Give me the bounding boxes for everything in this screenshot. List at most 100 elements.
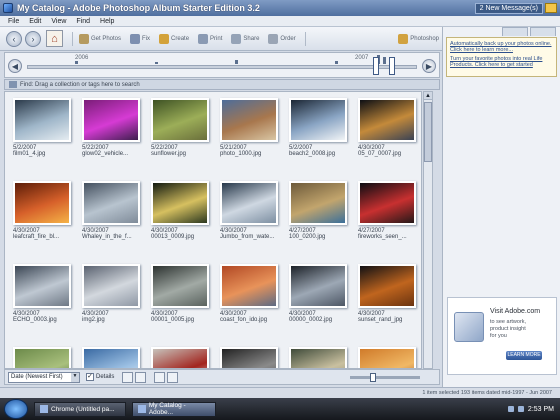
photo-thumbnail[interactable]: 4/30/2007 00013_0009.jpg: [145, 181, 217, 240]
scroll-up-button[interactable]: ▲: [424, 92, 432, 100]
photo-thumbnail[interactable]: 5/2/2007 film01_4.jpg: [7, 98, 79, 157]
photo-image[interactable]: [151, 98, 209, 142]
photo-image[interactable]: [151, 181, 209, 225]
photo-image[interactable]: [358, 181, 416, 225]
share-button[interactable]: Share: [228, 31, 262, 47]
home-button[interactable]: ⌂: [46, 30, 63, 47]
photo-thumbnail[interactable]: 4/30/2007 coast_fon_ido.jpg: [214, 264, 286, 323]
timeline-left-button[interactable]: ◀: [8, 59, 22, 73]
photo-image[interactable]: [220, 347, 278, 368]
timeline[interactable]: ◀ 2006 2007 ▶: [4, 52, 440, 78]
photo-image[interactable]: [289, 347, 347, 368]
details-checkbox[interactable]: ✓: [86, 373, 94, 381]
back-button[interactable]: ‹: [6, 30, 22, 47]
photo-thumbnail[interactable]: 4/30/2007 00000_0002.jpg: [283, 264, 355, 323]
pane-tab[interactable]: [530, 27, 556, 36]
tray-icon[interactable]: [517, 406, 524, 412]
photo-image[interactable]: [220, 181, 278, 225]
taskbar-item-my-catalog[interactable]: My Catalog - Adobe...: [132, 401, 216, 417]
app-icon: [3, 3, 13, 13]
photo-image[interactable]: [358, 347, 416, 368]
photo-image[interactable]: [13, 98, 71, 142]
learn-more-button[interactable]: LEARN MORE: [506, 351, 542, 360]
start-button[interactable]: [4, 399, 28, 419]
forward-button[interactable]: ›: [25, 30, 41, 47]
thumbnail-size-slider[interactable]: [350, 373, 420, 382]
order-button[interactable]: Order: [265, 31, 298, 47]
find-bar-text: Find: Drag a collection or tags here to …: [20, 81, 140, 88]
find-bar[interactable]: Find: Drag a collection or tags here to …: [4, 79, 440, 90]
photo-image[interactable]: [358, 98, 416, 142]
message-envelope-icon[interactable]: [545, 3, 557, 13]
adobe-ad-panel[interactable]: Visit Adobe.com to see artwork, product …: [447, 297, 557, 375]
scrollbar-thumb[interactable]: [424, 102, 432, 162]
photo-thumbnail[interactable]: 4/27/2007 fireworks_seen_...: [352, 181, 421, 240]
menu-find[interactable]: Find: [76, 18, 90, 25]
photo-image[interactable]: [13, 347, 71, 368]
find-icon: [9, 81, 17, 88]
sort-order-select[interactable]: Date (Newest First) ▼: [8, 371, 80, 383]
photoshop-button[interactable]: Photoshop: [395, 31, 442, 47]
photo-thumbnail[interactable]: [145, 347, 217, 368]
photo-thumbnail[interactable]: 4/27/2007 100_0200.jpg: [283, 181, 355, 240]
rotate-right-icon[interactable]: [135, 371, 147, 383]
slideshow-icon[interactable]: [167, 371, 179, 383]
photo-thumbnail[interactable]: 4/30/2007 ECHO_0003.jpg: [7, 264, 79, 323]
rotate-left-icon[interactable]: [122, 371, 134, 383]
photo-image[interactable]: [220, 264, 278, 308]
message-link-products[interactable]: Turn your favorite photos into real Life…: [450, 56, 553, 68]
photo-thumbnail[interactable]: 4/30/2007 Whaley_in_the_f...: [76, 181, 148, 240]
photo-thumbnail[interactable]: [214, 347, 286, 368]
menu-view[interactable]: View: [51, 18, 66, 25]
ad-text-line2: product insight: [490, 326, 526, 332]
photo-grid-scrollbar[interactable]: ▲: [423, 91, 433, 369]
single-photo-view-icon[interactable]: [154, 371, 166, 383]
timeline-right-button[interactable]: ▶: [422, 59, 436, 73]
photo-thumbnail[interactable]: [76, 347, 148, 368]
photo-thumbnail[interactable]: 4/30/2007 sunset_rand_jpg: [352, 264, 421, 323]
photo-thumbnail[interactable]: 5/22/2007 sunflower.jpg: [145, 98, 217, 157]
get-photos-button[interactable]: Get Photos: [76, 31, 124, 47]
pane-tab[interactable]: [502, 27, 528, 36]
thumbnail-size-slider-handle[interactable]: [370, 373, 376, 382]
photo-filename: glow02_vehicle...: [82, 151, 129, 157]
photo-thumbnail[interactable]: 4/30/2007 leafcraft_fire_bl...: [7, 181, 79, 240]
photo-thumbnail[interactable]: [7, 347, 79, 368]
photo-image[interactable]: [82, 98, 140, 142]
message-link-backup[interactable]: Automatically back up your photos online…: [450, 41, 553, 53]
photo-thumbnail[interactable]: 4/30/2007 00001_0005.jpg: [145, 264, 217, 323]
photo-thumbnail[interactable]: 4/30/2007 img2.jpg: [76, 264, 148, 323]
fix-button[interactable]: Fix: [127, 31, 153, 47]
photo-image[interactable]: [82, 347, 140, 368]
new-messages-indicator[interactable]: 2 New Message(s): [474, 2, 543, 14]
photo-thumbnail[interactable]: 5/22/2007 glow02_vehicle...: [76, 98, 148, 157]
photo-thumbnail[interactable]: [283, 347, 355, 368]
menu-help[interactable]: Help: [100, 18, 114, 25]
photo-image[interactable]: [358, 264, 416, 308]
taskbar-item-label: My Catalog - Adobe...: [148, 402, 186, 416]
photo-image[interactable]: [13, 181, 71, 225]
photo-image[interactable]: [151, 264, 209, 308]
timeline-slider-handle[interactable]: [373, 57, 379, 75]
photo-image[interactable]: [82, 181, 140, 225]
photo-image[interactable]: [82, 264, 140, 308]
timeline-slider-handle[interactable]: [389, 57, 395, 75]
photo-image[interactable]: [151, 347, 209, 368]
menu-edit[interactable]: Edit: [29, 18, 41, 25]
create-button[interactable]: Create: [156, 31, 192, 47]
menu-file[interactable]: File: [8, 18, 19, 25]
photo-thumbnail[interactable]: 4/30/2007 05_07_0007.jpg: [352, 98, 421, 157]
photo-image[interactable]: [289, 264, 347, 308]
photo-image[interactable]: [289, 181, 347, 225]
toolbar-separator: [304, 31, 306, 46]
photo-thumbnail[interactable]: 5/21/2007 photo_1000.jpg: [214, 98, 286, 157]
photo-thumbnail[interactable]: [352, 347, 421, 368]
photo-image[interactable]: [13, 264, 71, 308]
photo-image[interactable]: [220, 98, 278, 142]
photo-image[interactable]: [289, 98, 347, 142]
tray-icon[interactable]: [507, 406, 514, 412]
photo-thumbnail[interactable]: 4/30/2007 Jumbo_from_wate...: [214, 181, 286, 240]
taskbar-item-browser[interactable]: Chrome (Untitled pa...: [34, 401, 126, 417]
print-button[interactable]: Print: [195, 31, 225, 47]
photo-thumbnail[interactable]: 5/2/2007 beach2_0008.jpg: [283, 98, 355, 157]
